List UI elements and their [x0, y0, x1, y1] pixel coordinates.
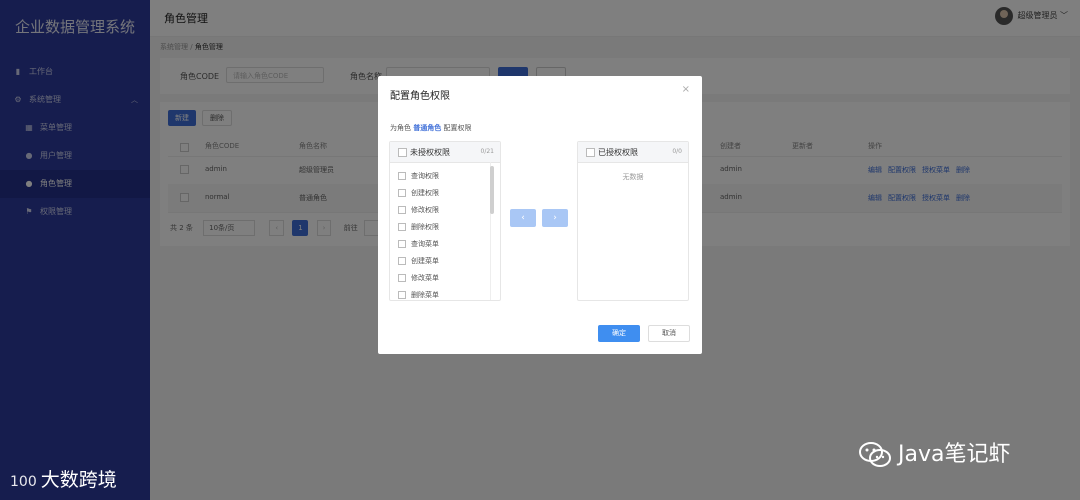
- scrollbar[interactable]: [490, 166, 494, 214]
- checkbox[interactable]: [398, 274, 406, 282]
- select-all-checkbox[interactable]: [398, 148, 407, 157]
- checkbox[interactable]: [398, 189, 406, 197]
- list-item[interactable]: 创建权限: [390, 185, 494, 202]
- close-icon[interactable]: ×: [682, 84, 690, 95]
- list-item[interactable]: 创建菜单: [390, 253, 494, 270]
- list-item[interactable]: 删除菜单: [390, 287, 494, 304]
- list-item[interactable]: 修改权限: [390, 202, 494, 219]
- confirm-button[interactable]: 确定: [598, 325, 640, 342]
- permission-dialog: 配置角色权限 × 为角色 普通角色 配置权限 未授权权限 0/21 查询权限 创…: [378, 76, 702, 354]
- wechat-watermark: Java笔记虾: [858, 436, 1010, 470]
- list-item[interactable]: 删除权限: [390, 219, 494, 236]
- unauthorized-panel: 未授权权限 0/21 查询权限 创建权限 修改权限 删除权限 查询菜单 创建菜单…: [389, 141, 501, 301]
- panel-header: 未授权权限 0/21: [390, 142, 500, 163]
- dialog-title: 配置角色权限: [390, 91, 450, 102]
- permission-list: 查询权限 创建权限 修改权限 删除权限 查询菜单 创建菜单 修改菜单 删除菜单: [390, 168, 494, 304]
- move-left-button[interactable]: ‹: [510, 209, 536, 227]
- dialog-description: 为角色 普通角色 配置权限: [390, 124, 472, 132]
- checkbox[interactable]: [398, 291, 406, 299]
- checkbox[interactable]: [398, 240, 406, 248]
- panel-header: 已授权权限 0/0: [578, 142, 688, 163]
- list-item[interactable]: 查询菜单: [390, 236, 494, 253]
- select-all-checkbox[interactable]: [586, 148, 595, 157]
- empty-text: 无数据: [622, 173, 644, 181]
- checkbox[interactable]: [398, 223, 406, 231]
- brand-watermark: 100 大数跨境: [10, 469, 117, 491]
- cancel-button[interactable]: 取消: [648, 325, 690, 342]
- panel-count: 0/0: [672, 148, 682, 155]
- wechat-icon: [859, 442, 891, 467]
- panel-title: 未授权权限: [410, 148, 450, 157]
- panel-count: 0/21: [480, 148, 494, 155]
- checkbox[interactable]: [398, 206, 406, 214]
- brand-logo-mark: 100: [10, 474, 37, 490]
- checkbox[interactable]: [398, 257, 406, 265]
- authorized-panel: 已授权权限 0/0 无数据: [577, 141, 689, 301]
- panel-title: 已授权权限: [598, 148, 638, 157]
- role-name: 普通角色: [413, 124, 442, 132]
- list-item[interactable]: 修改菜单: [390, 270, 494, 287]
- list-item[interactable]: 查询权限: [390, 168, 494, 185]
- checkbox[interactable]: [398, 172, 406, 180]
- move-right-button[interactable]: ›: [542, 209, 568, 227]
